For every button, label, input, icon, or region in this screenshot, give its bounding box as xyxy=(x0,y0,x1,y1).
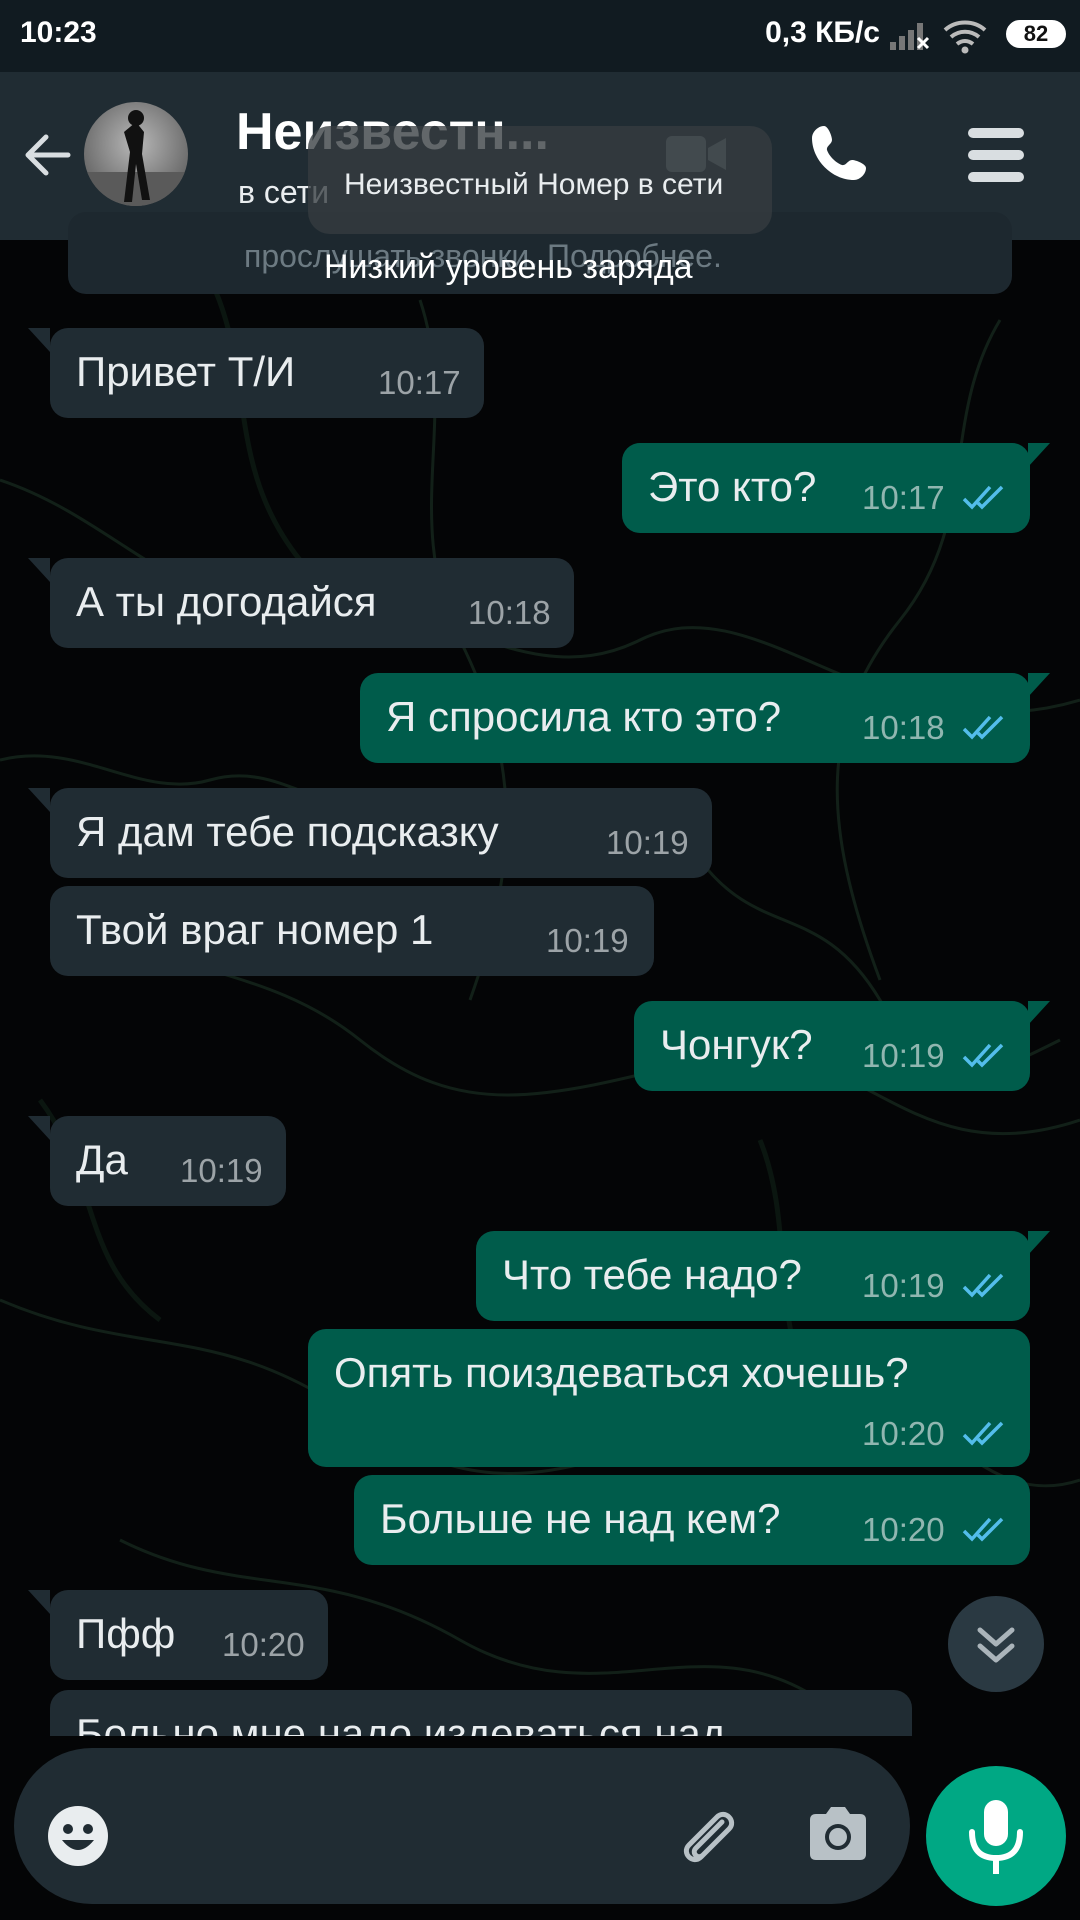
signal-icon xyxy=(890,23,930,50)
bubble-tail xyxy=(28,788,50,812)
bubble-tail xyxy=(1028,443,1050,467)
message-text: Чонгук? xyxy=(660,1021,813,1068)
message-bubble[interactable]: Я дам тебе подсказку 10:19 xyxy=(50,788,712,878)
low-battery-toast: Низкий уровень заряда xyxy=(324,248,693,286)
message-time: 10:20 xyxy=(862,1511,945,1548)
menu-icon[interactable] xyxy=(966,126,1026,184)
message-bubble[interactable]: Что тебе надо? 10:19 xyxy=(476,1231,1030,1321)
double-check-icon xyxy=(962,715,1004,740)
message-time: 10:20 xyxy=(862,1415,945,1452)
camera-icon[interactable] xyxy=(806,1804,870,1864)
bubble-tail xyxy=(28,558,50,582)
message-clip: Больно мне надо издеваться над xyxy=(0,1690,1080,1736)
bubble-tail xyxy=(1028,673,1050,697)
status-bar: 10:23 0,3 КБ/с 82 xyxy=(0,0,1080,72)
message-time: 10:18 xyxy=(862,709,945,746)
message-text: Больше не над кем? xyxy=(380,1495,781,1542)
paperclip-icon[interactable] xyxy=(672,1802,742,1872)
message-text: Твой враг номер 1 xyxy=(76,906,434,953)
mic-button[interactable] xyxy=(926,1766,1066,1906)
bubble-tail xyxy=(1028,1001,1050,1025)
microphone-icon xyxy=(969,1800,1023,1874)
message-text: Что тебе надо? xyxy=(502,1251,802,1298)
message-text: Я дам тебе подсказку xyxy=(76,808,499,855)
message-bubble[interactable]: Пфф 10:20 xyxy=(50,1590,328,1680)
message-bubble[interactable]: Чонгук? 10:19 xyxy=(634,1001,1030,1091)
tooltip-text: Неизвестный Номер в сети xyxy=(344,168,724,201)
status-time: 10:23 xyxy=(20,16,97,49)
message-text: Я спросила кто это? xyxy=(386,693,782,740)
avatar[interactable] xyxy=(84,102,188,206)
double-check-icon xyxy=(962,1043,1004,1068)
message-bubble[interactable]: Больше не над кем? 10:20 xyxy=(354,1475,1030,1565)
message-time: 10:19 xyxy=(546,922,629,959)
message-text: Привет Т/И xyxy=(76,348,296,395)
message-bubble[interactable]: Опять поиздеваться хочешь? 10:20 xyxy=(308,1329,1030,1467)
message-time: 10:19 xyxy=(862,1267,945,1304)
bubble-tail xyxy=(28,1116,50,1140)
message-bubble[interactable]: Больно мне надо издеваться над xyxy=(50,1690,912,1736)
smiley-icon[interactable] xyxy=(46,1804,110,1868)
wifi-icon xyxy=(943,20,987,54)
message-bubble[interactable]: Привет Т/И 10:17 xyxy=(50,328,484,418)
double-chevron-down-icon xyxy=(977,1627,1015,1663)
message-bubble[interactable]: Я спросила кто это? 10:18 xyxy=(360,673,1030,763)
message-input-bar[interactable] xyxy=(14,1748,910,1904)
bubble-tail xyxy=(1028,1231,1050,1255)
message-time: 10:19 xyxy=(180,1152,263,1189)
message-bubble[interactable]: Твой враг номер 1 10:19 xyxy=(50,886,654,976)
bubble-tail xyxy=(28,1590,50,1614)
message-time: 10:20 xyxy=(222,1626,305,1663)
message-time: 10:17 xyxy=(378,364,461,401)
double-check-icon xyxy=(962,1517,1004,1542)
phone-icon[interactable] xyxy=(810,122,870,182)
arrow-left-icon[interactable] xyxy=(20,128,74,182)
message-bubble[interactable]: Да 10:19 xyxy=(50,1116,286,1206)
message-text: Да xyxy=(76,1136,128,1183)
message-text: Опять поиздеваться хочешь? xyxy=(334,1349,909,1396)
message-time: 10:17 xyxy=(862,479,945,516)
network-speed: 0,3 КБ/с xyxy=(765,16,880,49)
double-check-icon xyxy=(962,1273,1004,1298)
double-check-icon xyxy=(962,1421,1004,1446)
message-text: Пфф xyxy=(76,1610,176,1657)
double-check-icon xyxy=(962,485,1004,510)
message-bubble[interactable]: А ты догодайся 10:18 xyxy=(50,558,574,648)
message-text: А ты догодайся xyxy=(76,578,377,625)
avatar-photo xyxy=(84,110,188,206)
message-time: 10:19 xyxy=(606,824,689,861)
message-text: Это кто? xyxy=(648,463,817,510)
message-time: 10:19 xyxy=(862,1037,945,1074)
message-text: Больно мне надо издеваться над xyxy=(76,1710,726,1736)
scroll-to-bottom-button[interactable] xyxy=(948,1596,1044,1692)
battery-indicator: 82 xyxy=(1006,20,1066,48)
message-time: 10:18 xyxy=(468,594,551,631)
bubble-tail xyxy=(28,328,50,352)
message-bubble[interactable]: Это кто? 10:17 xyxy=(622,443,1030,533)
